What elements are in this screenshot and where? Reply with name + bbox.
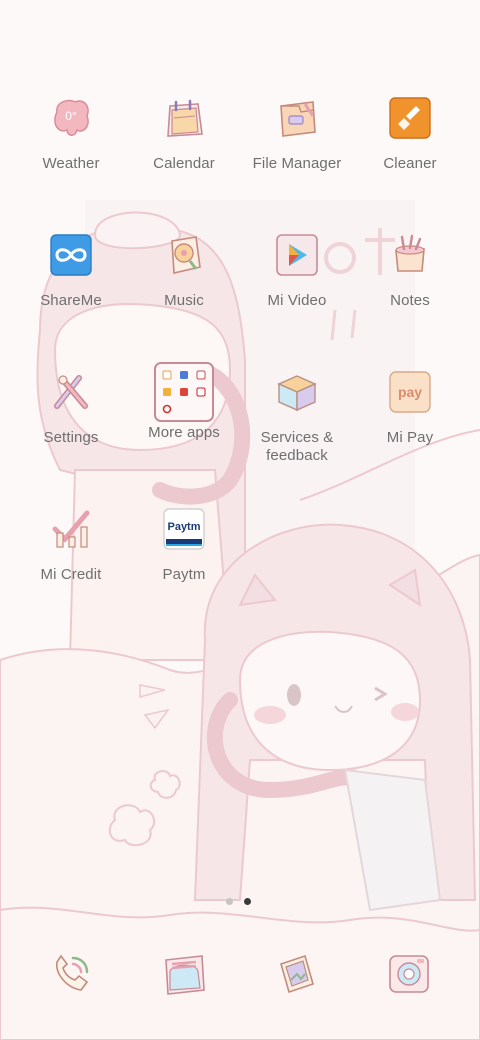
camera-icon[interactable] (387, 952, 431, 996)
app-label: Mi Video (267, 292, 327, 309)
mi-video-icon (276, 234, 318, 276)
app-music[interactable]: Music (128, 233, 240, 310)
file-manager-icon (280, 101, 316, 137)
settings-icon (54, 375, 88, 409)
cleaner-icon (389, 97, 431, 139)
page-dot[interactable] (226, 898, 233, 905)
app-services-feedback[interactable]: Services & feedback (241, 370, 353, 465)
app-label: Notes (390, 292, 430, 309)
app-mi-video[interactable]: Mi Video (241, 233, 353, 310)
more-apps-folder-icon (154, 362, 214, 422)
notes-icon (395, 234, 425, 272)
app-label: Paytm (162, 566, 206, 583)
app-shareme[interactable]: ShareMe (15, 233, 127, 310)
mi-credit-icon (52, 510, 90, 548)
music-icon (171, 236, 201, 274)
app-mi-pay[interactable]: pay Mi Pay (354, 370, 466, 447)
app-label: ShareMe (40, 292, 102, 309)
mi-pay-icon: pay (389, 371, 431, 413)
phone-icon[interactable] (49, 952, 93, 996)
shareme-icon (50, 234, 92, 276)
paytm-icon: Paytm (163, 508, 205, 550)
app-file-manager[interactable]: File Manager (241, 96, 353, 173)
app-label: More apps (148, 424, 220, 441)
app-mi-credit[interactable]: Mi Credit (15, 507, 127, 584)
app-label: Cleaner (383, 155, 437, 172)
browser-icon[interactable] (275, 952, 319, 996)
app-label: Mi Pay (386, 429, 434, 446)
app-calendar[interactable]: Calendar (128, 96, 240, 173)
app-notes[interactable]: Notes (354, 233, 466, 310)
app-more-apps-folder[interactable]: More apps (128, 361, 240, 442)
app-label: Mi Credit (40, 566, 102, 583)
app-cleaner[interactable]: Cleaner (354, 96, 466, 173)
app-settings[interactable]: Settings (15, 370, 127, 447)
app-label: File Manager (252, 155, 342, 172)
paytm-badge-text: Paytm (167, 521, 200, 533)
app-label: Weather (42, 155, 100, 172)
messages-icon[interactable] (162, 952, 206, 996)
page-dot-active[interactable] (244, 898, 251, 905)
app-label: Services & feedback (260, 429, 334, 464)
app-paytm[interactable]: Paytm Paytm (128, 507, 240, 584)
app-label: Calendar (153, 155, 215, 172)
weather-icon: 0° (54, 99, 89, 136)
app-label: Settings (43, 429, 99, 446)
app-weather[interactable]: 0° Weather (15, 96, 127, 173)
mi-pay-badge-text: pay (398, 384, 422, 400)
calendar-icon (167, 99, 203, 137)
app-label: Music (164, 292, 204, 309)
services-feedback-icon (277, 375, 317, 412)
weather-temp-text: 0° (65, 109, 77, 123)
